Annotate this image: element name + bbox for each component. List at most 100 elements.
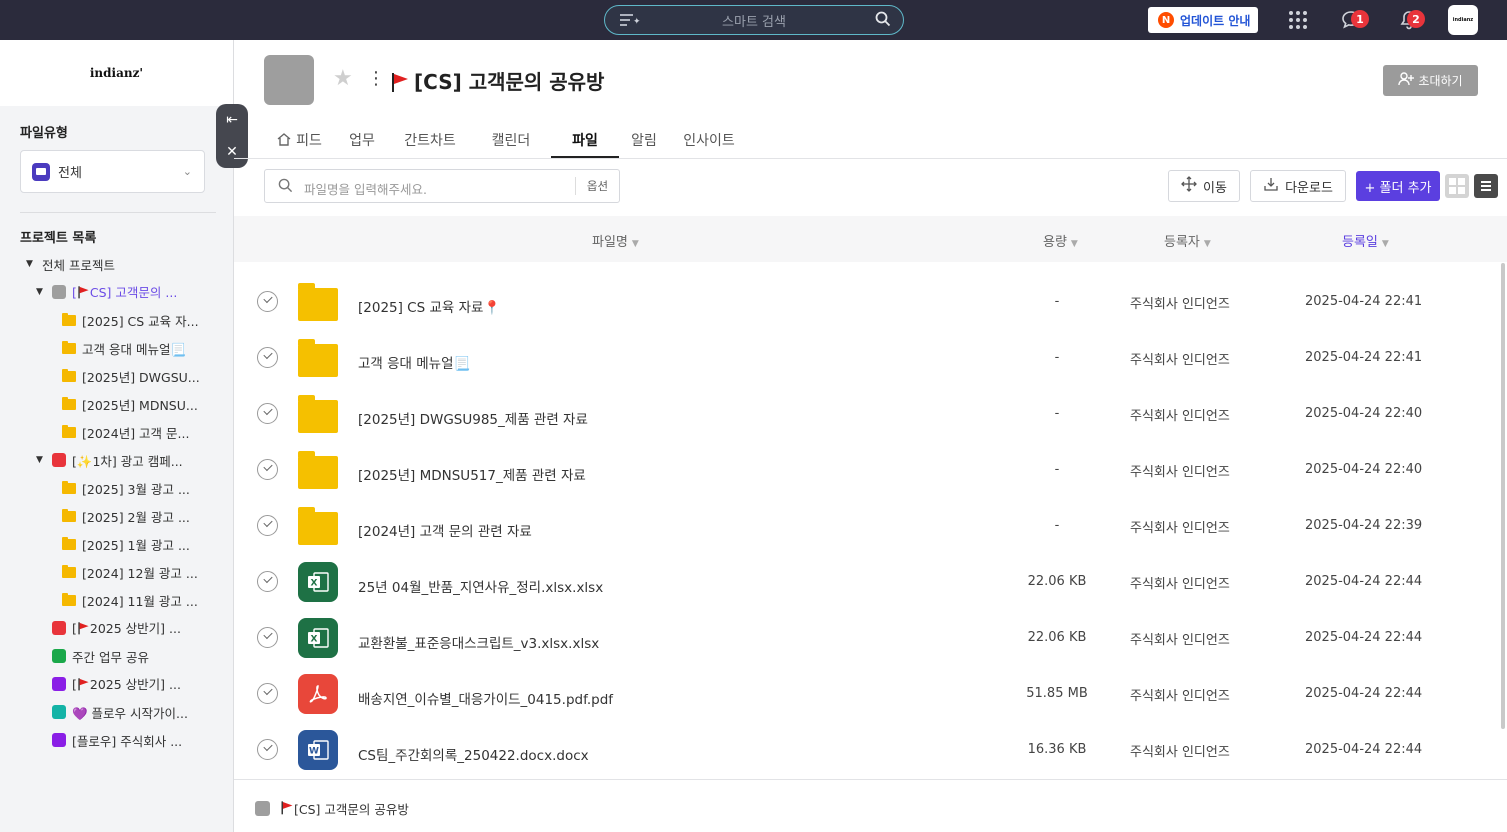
folder-icon: [62, 424, 76, 438]
sidebar-project-item[interactable]: 💜 플로우 시작가이...: [0, 698, 233, 726]
sidebar-folder-item[interactable]: [2025] 2월 광고 ...: [0, 502, 233, 530]
tree-item-label: 주간 업무 공유: [72, 649, 149, 665]
folder-icon: [298, 283, 338, 321]
profile-avatar[interactable]: indianz: [1448, 5, 1478, 35]
apps-grid-icon[interactable]: [1289, 11, 1307, 29]
breadcrumb[interactable]: [CS] 고객문의 공유방: [255, 799, 409, 818]
sidebar-project-item[interactable]: ▼ [CS] 고객문의 ...: [0, 278, 233, 306]
file-row[interactable]: W CS팀_주간회의록_250422.docx.docx 16.36 KB 주식회사 …: [234, 722, 1499, 778]
sidebar-folder-item[interactable]: [2024] 11월 광고 ...: [0, 586, 233, 614]
add-user-icon: [1398, 72, 1415, 89]
row-checkbox[interactable]: [257, 291, 278, 312]
file-owner: 주식회사 인디언즈: [1130, 297, 1230, 312]
collapse-sidebar-icon[interactable]: ⇤: [216, 104, 248, 136]
file-name[interactable]: 교환환불_표준응대스크립트_v3.xlsx.xlsx: [358, 632, 599, 652]
column-header-date[interactable]: 등록일 ▼: [1342, 231, 1389, 250]
new-badge-icon: N: [1158, 12, 1174, 28]
row-checkbox[interactable]: [257, 739, 278, 760]
sidebar-project-item[interactable]: ▼ [✨1차] 광고 캠페...: [0, 446, 233, 474]
row-checkbox[interactable]: [257, 459, 278, 480]
tab-6[interactable]: 인사이트: [669, 122, 749, 159]
tab-2[interactable]: 간트차트: [389, 122, 471, 159]
grid-view-icon[interactable]: [1445, 174, 1469, 198]
sidebar-folder-item[interactable]: 고객 응대 메뉴얼📃: [0, 334, 233, 362]
company-logo[interactable]: indianz': [0, 40, 233, 106]
sidebar-project-item[interactable]: ▼ 전체 프로젝트: [0, 250, 233, 278]
sidebar-folder-item[interactable]: [2025년] MDNSU...: [0, 390, 233, 418]
add-folder-button[interactable]: + 폴더 추가: [1356, 171, 1440, 201]
search-options-button[interactable]: 옵션: [575, 177, 619, 195]
sidebar-folder-item[interactable]: [2025] CS 교육 자...: [0, 306, 233, 334]
scrollbar[interactable]: [1501, 263, 1505, 729]
star-icon[interactable]: ★: [333, 66, 353, 91]
file-row[interactable]: [2025년] MDNSU517_제품 관련 자료 - 주식회사 인디언즈 2025-…: [234, 442, 1499, 498]
row-checkbox[interactable]: [257, 347, 278, 368]
sidebar-folder-item[interactable]: [2025] 3월 광고 ...: [0, 474, 233, 502]
more-options-icon[interactable]: ⋮: [367, 70, 385, 88]
file-owner: 주식회사 인디언즈: [1130, 465, 1230, 480]
file-name[interactable]: [2025] CS 교육 자료📍: [358, 296, 500, 316]
tree-item-label: 고객 응대 메뉴얼📃: [82, 341, 187, 357]
file-name[interactable]: 배송지연_이슈별_대응가이드_0415.pdf.pdf: [358, 688, 613, 708]
sidebar-folder-item[interactable]: [2025] 1월 광고 ...: [0, 530, 233, 558]
tree-item-label: [2025년] MDNSU...: [82, 397, 198, 413]
file-search-input[interactable]: 파일명을 입력해주세요. 옵션: [264, 169, 620, 203]
filetype-select[interactable]: 전체 ⌄: [20, 150, 205, 193]
smart-search-placeholder: 스마트 검색: [722, 14, 786, 30]
row-checkbox[interactable]: [257, 515, 278, 536]
row-checkbox[interactable]: [257, 627, 278, 648]
file-name[interactable]: CS팀_주간회의록_250422.docx.docx: [358, 744, 589, 764]
file-row[interactable]: X 교환환불_표준응대스크립트_v3.xlsx.xlsx 22.06 KB 주식회사 …: [234, 610, 1499, 666]
expand-toggle-icon[interactable]: ▼: [26, 259, 36, 269]
row-checkbox[interactable]: [257, 683, 278, 704]
file-name[interactable]: 25년 04월_반품_지연사유_정리.xlsx.xlsx: [358, 576, 603, 596]
file-row[interactable]: [2025년] DWGSU985_제품 관련 자료 - 주식회사 인디언즈 2025-…: [234, 386, 1499, 442]
folder-icon: [62, 592, 76, 606]
folder-icon: [62, 564, 76, 578]
file-row[interactable]: 고객 응대 메뉴얼📃 - 주식회사 인디언즈 2025-04-24 22:41: [234, 330, 1499, 386]
file-owner: 주식회사 인디언즈: [1130, 521, 1230, 536]
sidebar-folder-item[interactable]: [2024] 12월 광고 ...: [0, 558, 233, 586]
column-header-size[interactable]: 용량 ▼: [1043, 231, 1078, 250]
file-name[interactable]: 고객 응대 메뉴얼📃: [358, 352, 470, 372]
sidebar-project-item[interactable]: [2025 상반기] ...: [0, 670, 233, 698]
tab-3[interactable]: 캘린더: [471, 122, 551, 159]
file-row[interactable]: [2024년] 고객 문의 관련 자료 - 주식회사 인디언즈 2025-04-24 …: [234, 498, 1499, 554]
row-checkbox[interactable]: [257, 571, 278, 592]
svg-text:W: W: [309, 747, 319, 757]
file-owner: 주식회사 인디언즈: [1130, 633, 1230, 648]
move-button[interactable]: 이동: [1168, 170, 1240, 202]
sidebar-project-item[interactable]: [플로우] 주식회사 ...: [0, 726, 233, 754]
avatar-text: indianz: [1452, 17, 1474, 23]
search-icon[interactable]: [875, 11, 891, 31]
column-header-owner[interactable]: 등록자 ▼: [1164, 231, 1211, 250]
tab-1[interactable]: 업무: [335, 122, 389, 159]
list-view-icon[interactable]: [1474, 174, 1498, 198]
sidebar-project-item[interactable]: [2025 상반기] ...: [0, 614, 233, 642]
invite-button[interactable]: 초대하기: [1383, 65, 1478, 96]
sidebar-project-item[interactable]: 주간 업무 공유: [0, 642, 233, 670]
column-header-filename[interactable]: 파일명 ▼: [592, 231, 639, 250]
column-label: 등록자: [1164, 235, 1200, 250]
expand-toggle-icon[interactable]: ▼: [36, 287, 46, 297]
download-button[interactable]: 다운로드: [1250, 170, 1346, 202]
smart-search-input[interactable]: ✦ 스마트 검색: [604, 5, 904, 35]
file-row[interactable]: [2025] CS 교육 자료📍 - 주식회사 인디언즈 2025-04-24 22:…: [234, 274, 1499, 330]
file-row[interactable]: X 25년 04월_반품_지연사유_정리.xlsx.xlsx 22.06 KB 주식회…: [234, 554, 1499, 610]
row-checkbox[interactable]: [257, 403, 278, 424]
tab-4[interactable]: 파일: [551, 122, 619, 159]
file-row[interactable]: 배송지연_이슈별_대응가이드_0415.pdf.pdf 51.85 MB 주식회사 …: [234, 666, 1499, 722]
file-name[interactable]: [2024년] 고객 문의 관련 자료: [358, 520, 532, 540]
file-name[interactable]: [2025년] MDNSU517_제품 관련 자료: [358, 464, 586, 484]
tab-5[interactable]: 알림: [619, 122, 669, 159]
file-size: -: [1054, 294, 1060, 309]
expand-toggle-icon[interactable]: ▼: [36, 455, 46, 465]
file-name[interactable]: [2025년] DWGSU985_제품 관련 자료: [358, 408, 588, 428]
sidebar-folder-item[interactable]: [2024년] 고객 문...: [0, 418, 233, 446]
update-notice-button[interactable]: N 업데이트 안내: [1148, 7, 1258, 33]
sidebar-folder-item[interactable]: [2025년] DWGSU...: [0, 362, 233, 390]
excel-icon: X: [298, 618, 338, 658]
tab-0[interactable]: 피드: [264, 122, 335, 159]
red-flag-icon: [77, 286, 90, 302]
close-icon[interactable]: ✕: [216, 136, 248, 168]
